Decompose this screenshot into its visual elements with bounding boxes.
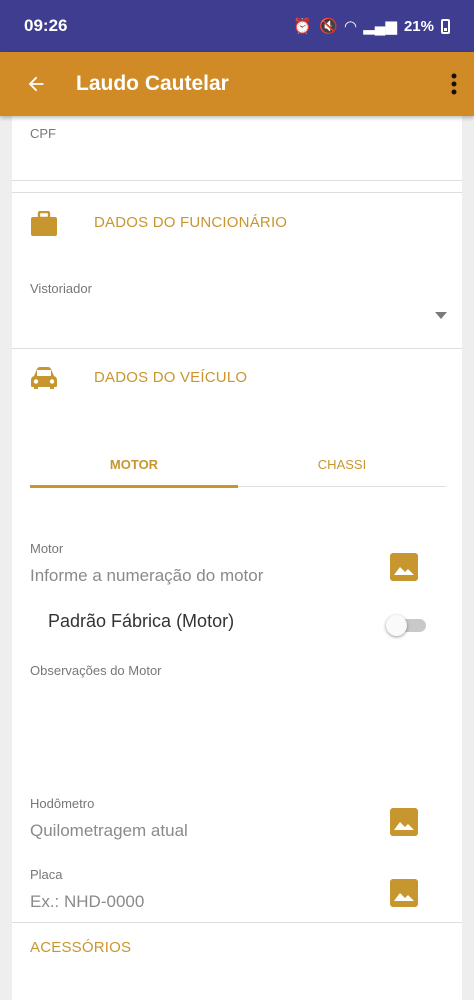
placa-input[interactable]: Ex.: NHD-0000 (30, 892, 144, 912)
more-options-icon[interactable] (434, 52, 474, 116)
padrao-fabrica-label: Padrão Fábrica (Motor) (48, 611, 235, 631)
signal-icon: ▂▄▆ (363, 18, 397, 35)
section-divider (12, 192, 462, 193)
battery-percent: 21% (403, 17, 434, 35)
status-bar: 09:26 ⏰ 🔇 ◠ ▂▄▆ 21% (0, 0, 474, 52)
vistoriador-underline (12, 348, 462, 349)
cpf-underline (12, 180, 462, 181)
placa-image-icon[interactable] (390, 879, 418, 907)
acessorios-divider (12, 922, 462, 923)
form-card: CPF DADOS DO FUNCIONÁRIO Vistoriador DAD… (12, 116, 462, 1000)
hodometro-image-icon[interactable] (390, 808, 418, 836)
system-icons: ⏰ 🔇 ◠ ▂▄▆ 21% (293, 17, 450, 35)
battery-icon (441, 18, 450, 34)
cpf-label: CPF (30, 126, 56, 141)
hodometro-input[interactable]: Quilometragem atual (30, 821, 188, 841)
tab-selected-indicator (30, 485, 238, 488)
acessorios-section-title[interactable]: ACESSÓRIOS (30, 939, 131, 956)
placa-label: Placa (30, 867, 63, 882)
tab-motor[interactable]: MOTOR (30, 442, 238, 486)
vistoriador-dropdown[interactable] (12, 300, 462, 344)
padrao-fabrica-switch[interactable] (386, 613, 428, 637)
observacoes-label: Observações do Motor (30, 663, 162, 678)
status-time: 09:26 (24, 16, 68, 35)
dropdown-arrow-icon (435, 312, 447, 319)
app-bar: Laudo Cautelar (0, 52, 474, 116)
cpf-input[interactable] (12, 144, 462, 180)
tab-chassi[interactable]: CHASSI (238, 442, 446, 486)
motor-label: Motor (30, 541, 64, 556)
observacoes-textarea[interactable] (12, 682, 462, 782)
wifi-icon: ◠ (344, 18, 357, 35)
employee-section-title: DADOS DO FUNCIONÁRIO (94, 214, 288, 231)
mute-icon: 🔇 (319, 18, 338, 35)
switch-thumb (386, 615, 407, 636)
app-title: Laudo Cautelar (76, 72, 229, 95)
vistoriador-label: Vistoriador (30, 281, 92, 296)
motor-image-icon[interactable] (390, 553, 418, 581)
hodometro-label: Hodômetro (30, 796, 95, 811)
vehicle-section-title: DADOS DO VEÍCULO (94, 369, 248, 386)
alarm-icon: ⏰ (293, 18, 313, 35)
back-arrow-icon[interactable] (8, 52, 64, 116)
car-icon (30, 366, 58, 395)
briefcase-icon (30, 210, 58, 242)
motor-input[interactable]: Informe a numeração do motor (30, 566, 263, 586)
